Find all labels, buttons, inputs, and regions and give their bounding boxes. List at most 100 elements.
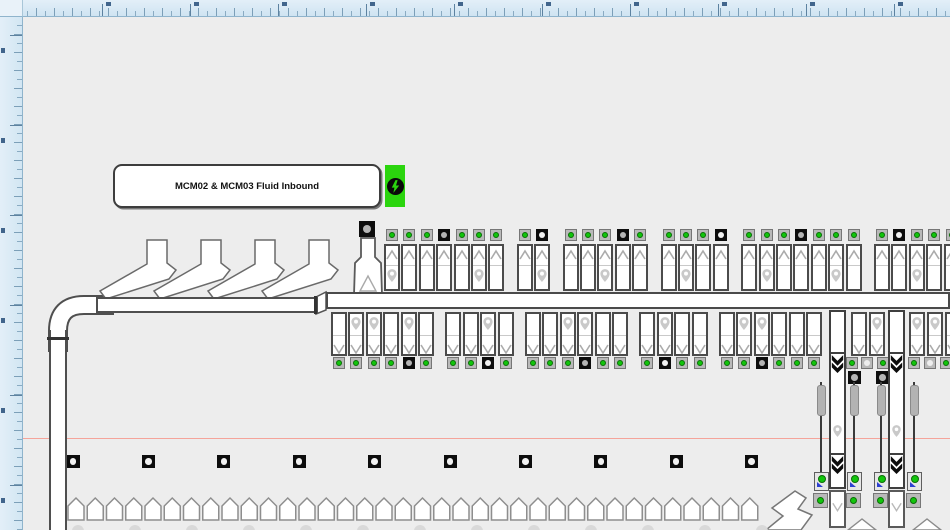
status-indicator[interactable] xyxy=(519,455,532,468)
machine-cell[interactable] xyxy=(891,244,907,291)
outlet-hopper[interactable] xyxy=(665,498,681,520)
machine-cell[interactable] xyxy=(348,312,364,356)
outlet-hopper[interactable] xyxy=(472,498,488,520)
status-indicator[interactable] xyxy=(680,229,692,241)
sensor-readout[interactable] xyxy=(874,472,889,491)
machine-cell[interactable] xyxy=(463,312,479,356)
level-sensor[interactable] xyxy=(907,382,921,489)
status-indicator[interactable] xyxy=(482,357,494,369)
outlet-hopper[interactable] xyxy=(87,498,103,520)
machine-cell[interactable] xyxy=(454,244,470,291)
drawing-canvas[interactable]: MCM02 & MCM03 Fluid Inbound xyxy=(0,0,950,530)
status-indicator[interactable] xyxy=(350,357,362,369)
status-indicator[interactable] xyxy=(582,229,594,241)
status-indicator[interactable] xyxy=(659,357,671,369)
status-indicator[interactable] xyxy=(694,357,706,369)
outlet-hopper[interactable] xyxy=(607,498,623,520)
machine-cell[interactable] xyxy=(480,312,496,356)
status-indicator[interactable] xyxy=(403,229,415,241)
machine-cell[interactable] xyxy=(560,312,576,356)
machine-cell[interactable] xyxy=(517,244,533,291)
outlet-hopper[interactable] xyxy=(107,498,123,520)
machine-cell[interactable] xyxy=(595,312,611,356)
status-indicator[interactable] xyxy=(906,493,921,508)
status-indicator[interactable] xyxy=(795,229,807,241)
status-indicator[interactable] xyxy=(873,493,888,508)
outlet-hopper[interactable] xyxy=(569,498,585,520)
machine-cell[interactable] xyxy=(401,244,417,291)
area-label[interactable]: MCM02 & MCM03 Fluid Inbound xyxy=(113,164,381,208)
vertical-conveyor[interactable] xyxy=(888,310,905,489)
machine-cell[interactable] xyxy=(789,312,805,356)
status-indicator[interactable] xyxy=(333,357,345,369)
outlet-hopper[interactable] xyxy=(299,498,315,520)
machine-cell[interactable] xyxy=(436,244,452,291)
outlet-hopper[interactable] xyxy=(184,498,200,520)
machine-cell[interactable] xyxy=(909,244,925,291)
status-indicator[interactable] xyxy=(368,455,381,468)
outlet-hopper[interactable] xyxy=(434,498,450,520)
machine-cell[interactable] xyxy=(525,312,541,356)
status-indicator[interactable] xyxy=(490,229,502,241)
machine-cell[interactable] xyxy=(383,312,399,356)
status-indicator[interactable] xyxy=(756,357,768,369)
machine-cell[interactable] xyxy=(759,244,775,291)
machine-cell[interactable] xyxy=(597,244,613,291)
status-indicator[interactable] xyxy=(743,229,755,241)
outlet-hopper[interactable] xyxy=(549,498,565,520)
machine-cell[interactable] xyxy=(806,312,822,356)
power-status-box[interactable] xyxy=(385,165,405,207)
status-indicator[interactable] xyxy=(738,357,750,369)
status-indicator[interactable] xyxy=(500,357,512,369)
outlet-hopper[interactable] xyxy=(530,498,546,520)
outlet-hopper[interactable] xyxy=(164,498,180,520)
machine-cell[interactable] xyxy=(754,312,770,356)
status-indicator[interactable] xyxy=(67,455,80,468)
outlet-hopper[interactable] xyxy=(723,498,739,520)
machine-cell[interactable] xyxy=(713,244,729,291)
machine-cell[interactable] xyxy=(419,244,435,291)
status-indicator[interactable] xyxy=(928,229,940,241)
machine-cell[interactable] xyxy=(692,312,708,356)
vertical-conveyor[interactable] xyxy=(829,310,846,489)
machine-cell[interactable] xyxy=(657,312,673,356)
outlet-hopper[interactable] xyxy=(261,498,277,520)
machine-cell[interactable] xyxy=(793,244,809,291)
status-indicator[interactable] xyxy=(676,357,688,369)
machine-cell[interactable] xyxy=(384,244,400,291)
status-indicator[interactable] xyxy=(721,357,733,369)
status-indicator[interactable] xyxy=(565,229,577,241)
outlet-hopper[interactable] xyxy=(357,498,373,520)
machine-cell[interactable] xyxy=(719,312,735,356)
status-indicator[interactable] xyxy=(813,229,825,241)
machine-cell[interactable] xyxy=(811,244,827,291)
status-indicator[interactable] xyxy=(773,357,785,369)
machine-cell[interactable] xyxy=(828,244,844,291)
machine-cell[interactable] xyxy=(661,244,677,291)
machine-cell[interactable] xyxy=(771,312,787,356)
status-indicator[interactable] xyxy=(813,493,828,508)
status-indicator[interactable] xyxy=(473,229,485,241)
machine-cell[interactable] xyxy=(632,244,648,291)
machine-cell[interactable] xyxy=(542,312,558,356)
machine-cell[interactable] xyxy=(498,312,514,356)
machine-cell[interactable] xyxy=(612,312,628,356)
machine-cell[interactable] xyxy=(580,244,596,291)
machine-cell[interactable] xyxy=(695,244,711,291)
status-indicator[interactable] xyxy=(893,229,905,241)
machine-cell[interactable] xyxy=(945,312,950,356)
machine-cell[interactable] xyxy=(534,244,550,291)
status-indicator[interactable] xyxy=(924,357,936,369)
status-indicator[interactable] xyxy=(761,229,773,241)
conveyor-outlet[interactable] xyxy=(888,490,905,528)
machine-cell[interactable] xyxy=(615,244,631,291)
sensor-readout[interactable] xyxy=(814,472,829,491)
machine-cell[interactable] xyxy=(869,312,885,356)
outlet-hopper[interactable] xyxy=(395,498,411,520)
status-indicator[interactable] xyxy=(519,229,531,241)
machine-cell[interactable] xyxy=(577,312,593,356)
status-indicator[interactable] xyxy=(385,357,397,369)
status-indicator[interactable] xyxy=(386,229,398,241)
status-indicator[interactable] xyxy=(634,229,646,241)
machine-cell[interactable] xyxy=(851,312,867,356)
